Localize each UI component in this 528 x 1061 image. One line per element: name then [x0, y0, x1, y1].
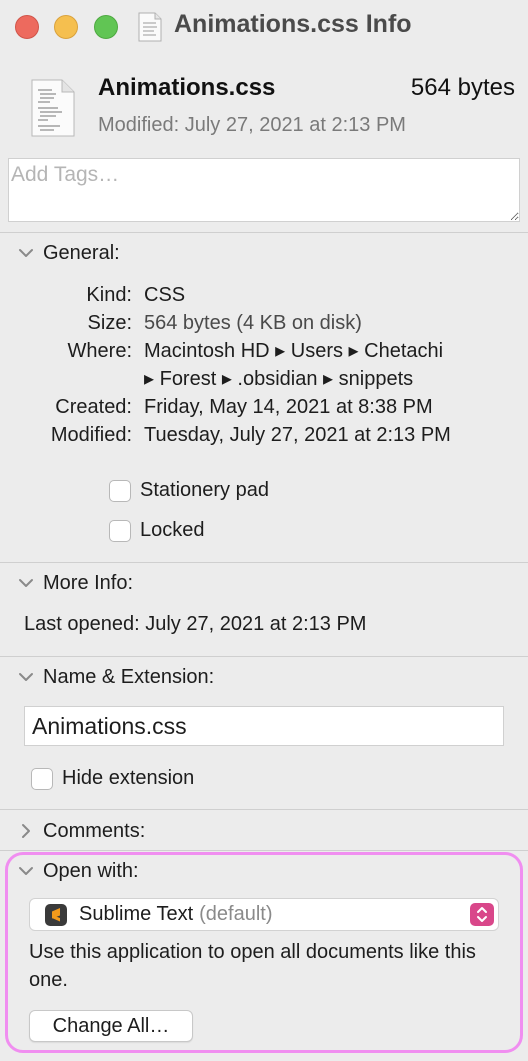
created-value: Friday, May 14, 2021 at 8:38 PM: [144, 396, 433, 418]
close-window-button[interactable]: [15, 15, 39, 39]
hide-extension-checkbox[interactable]: [31, 767, 53, 790]
where-value-continued: ▸ Forest ▸ .obsidian ▸ snippets: [144, 368, 414, 390]
open-with-description: Use this application to open all documen…: [29, 941, 476, 991]
more-info-section-toggle[interactable]: More Info:: [16, 569, 133, 597]
general-section-toggle[interactable]: General:: [16, 239, 120, 267]
window-title: Animations.css Info: [174, 10, 412, 38]
stationery-pad-checkbox-row[interactable]: Stationery pad: [109, 479, 269, 502]
document-icon: [28, 78, 78, 143]
chevron-down-icon: [19, 249, 33, 257]
modified-key: Modified:: [50, 424, 132, 446]
file-name-field[interactable]: [24, 706, 504, 746]
last-opened: Last opened: July 27, 2021 at 2:13 PM: [24, 613, 367, 635]
info-row-created: Created: Friday, May 14, 2021 at 8:38 PM: [0, 393, 528, 421]
hide-extension-label: Hide extension: [62, 767, 195, 789]
general-label: General:: [43, 241, 120, 264]
chevron-down-icon: [19, 867, 33, 875]
popup-arrows-icon[interactable]: [470, 903, 494, 926]
name-extension-section-toggle[interactable]: Name & Extension:: [16, 663, 214, 691]
info-row-size: Size: 564 bytes (4 KB on disk): [0, 309, 528, 337]
info-row-kind: Kind: CSS: [0, 281, 528, 309]
comments-section-toggle[interactable]: Comments:: [16, 817, 145, 845]
minimize-window-button[interactable]: [54, 15, 78, 39]
document-icon: [137, 12, 163, 47]
file-header: Animations.css 564 bytes Modified: July …: [0, 54, 528, 148]
change-all-button[interactable]: Change All…: [29, 1010, 193, 1042]
divider: [0, 850, 528, 851]
name-extension-label: Name & Extension:: [43, 665, 215, 688]
open-with-section-toggle[interactable]: Open with:: [16, 857, 139, 885]
divider: [0, 656, 528, 657]
size-value: 564 bytes (4 KB on disk): [144, 312, 362, 334]
divider: [0, 232, 528, 233]
where-key: Where:: [67, 340, 132, 362]
app-default-tag: (default): [199, 903, 273, 925]
locked-checkbox-row[interactable]: Locked: [109, 519, 205, 542]
locked-label: Locked: [140, 519, 205, 541]
file-size: 564 bytes: [410, 74, 515, 101]
info-row-modified: Modified: Tuesday, July 27, 2021 at 2:13…: [0, 421, 528, 449]
kind-key: Kind:: [86, 284, 132, 306]
divider: [0, 562, 528, 563]
comments-label: Comments:: [43, 819, 146, 842]
chevron-right-icon: [22, 824, 30, 838]
info-row-where: Where: Macintosh HD ▸ Users ▸ Chetachi: [0, 337, 528, 365]
chevron-down-icon: [19, 673, 33, 681]
stationery-pad-label: Stationery pad: [140, 479, 269, 501]
stationery-pad-checkbox[interactable]: [109, 479, 131, 502]
size-key: Size:: [87, 312, 132, 334]
tags-input[interactable]: [8, 158, 520, 222]
created-key: Created:: [55, 396, 132, 418]
modified-date: Modified: July 27, 2021 at 2:13 PM: [98, 114, 406, 136]
modified-value: Tuesday, July 27, 2021 at 2:13 PM: [144, 424, 451, 446]
open-with-app-popup[interactable]: Sublime Text (default): [29, 898, 499, 931]
divider: [0, 809, 528, 810]
where-value: Macintosh HD ▸ Users ▸ Chetachi: [144, 340, 444, 362]
app-name: Sublime Text: [79, 903, 194, 925]
sublime-text-icon: [45, 903, 67, 926]
zoom-window-button[interactable]: [94, 15, 118, 39]
hide-extension-checkbox-row[interactable]: Hide extension: [31, 767, 194, 790]
locked-checkbox[interactable]: [109, 519, 131, 542]
more-info-label: More Info:: [43, 571, 134, 594]
info-row-where-cont: ▸ Forest ▸ .obsidian ▸ snippets: [0, 365, 528, 393]
title-bar: Animations.css Info: [0, 0, 528, 54]
file-name: Animations.css: [98, 74, 276, 101]
kind-value: CSS: [144, 284, 186, 306]
chevron-down-icon: [19, 579, 33, 587]
open-with-label: Open with:: [43, 859, 139, 882]
